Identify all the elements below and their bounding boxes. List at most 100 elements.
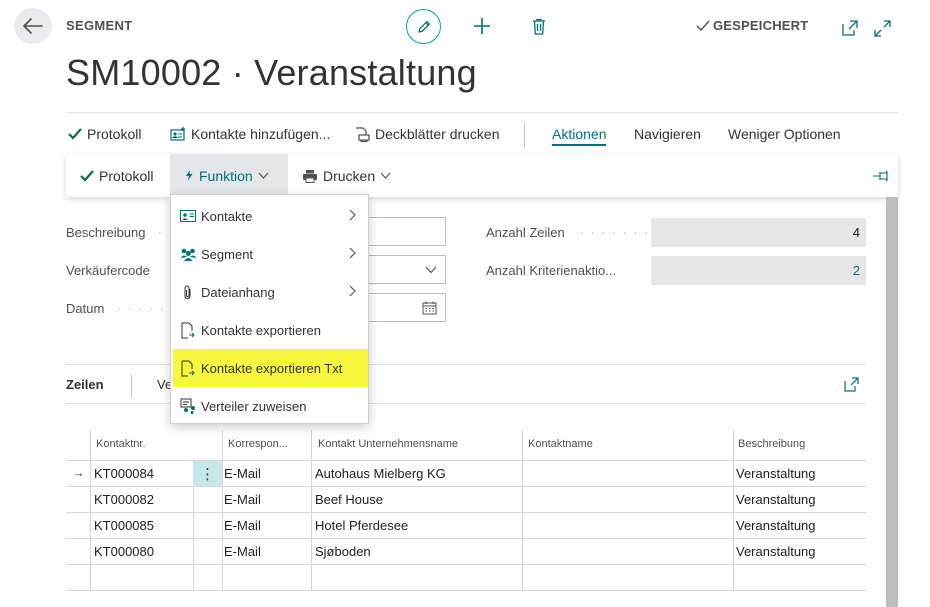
chevron-down-icon [258,172,269,179]
korrespondenz-cell[interactable]: E-Mail [224,544,261,559]
grid-line [522,430,523,590]
deckblaetter-drucken-action[interactable]: Deckblätter drucken [354,126,500,142]
kontakte-hinzufuegen-label: Kontakte hinzufügen... [191,126,331,142]
pin-button[interactable] [872,154,890,197]
contact-card-icon [180,210,196,222]
edit-button[interactable] [406,9,441,44]
grid-line [66,512,866,513]
menu-item-dateianhang[interactable]: Dateianhang [173,273,368,311]
chevron-down-icon [380,172,391,179]
beschreibung-cell[interactable]: Veranstaltung [736,544,816,559]
funktion-dropdown-menu: Kontakte Segment Dateianhang Kontakte ex… [170,194,369,424]
arrow-left-icon [23,18,43,34]
kontaktnr-cell[interactable]: KT000085 [94,518,154,533]
column-header[interactable]: Korrespon... [228,438,288,450]
menu-item-label: Segment [201,246,254,262]
add-contact-icon [170,127,185,141]
field-dots: · [158,227,164,239]
beschreibung-cell[interactable]: Veranstaltung [736,466,816,481]
people-group-icon [180,248,196,261]
row-actions-button[interactable]: ⋮ [193,461,222,486]
lines-title: Zeilen [66,377,104,392]
trash-icon [533,18,545,35]
drucken-menu-button[interactable]: Drucken [302,154,391,197]
anzahl-kriterien-value[interactable]: 2 [651,256,866,285]
weniger-optionen-button[interactable]: Weniger Optionen [728,126,841,142]
datum-input[interactable] [366,293,446,322]
korrespondenz-cell[interactable]: E-Mail [224,466,261,481]
grid-line [66,486,866,487]
kontaktnr-cell[interactable]: KT000080 [94,544,154,559]
aktionen-label: Aktionen [552,126,607,142]
grid-line [733,430,734,590]
saved-status: GESPEICHERT [696,18,808,33]
funktion-menu-button[interactable]: Funktion [170,154,288,197]
menu-item-label: Kontakte [201,208,253,224]
protokoll-action[interactable]: Protokoll [68,126,141,142]
weniger-optionen-label: Weniger Optionen [728,126,841,142]
pencil-icon [417,20,430,33]
unternehmensname-cell[interactable]: Autohaus Mielberg KG [315,466,446,481]
field-dots: · · · · · [117,303,166,315]
grid-line [90,430,91,590]
unternehmensname-cell[interactable]: Hotel Pferdesee [315,518,408,533]
protokoll-subaction[interactable]: Protokoll [68,154,153,197]
kontaktnr-cell[interactable]: KT000084 [94,466,154,481]
menu-item-kontakte[interactable]: Kontakte [173,197,368,235]
grid-line [66,590,866,591]
breadcrumb: SEGMENT [66,18,133,33]
lines-separator [131,374,132,398]
unternehmensname-cell[interactable]: Sjøboden [315,544,371,559]
beschreibung-label: Beschreibung [66,225,146,240]
grid-line [66,538,866,539]
column-header[interactable]: Kontaktname [528,438,593,450]
grid-line [311,430,312,590]
tab-navigieren[interactable]: Navigieren [634,126,701,142]
menu-item-label: Kontakte exportieren Txt [201,360,343,376]
menu-item-kontakte-exportieren[interactable]: Kontakte exportieren [173,311,368,349]
drucken-label: Drucken [323,167,376,184]
menu-item-segment[interactable]: Segment [173,235,368,273]
beschreibung-cell[interactable]: Veranstaltung [736,518,816,533]
anzahl-zeilen-value: 4 [651,218,866,247]
funktion-label: Funktion [199,167,253,184]
navigieren-label: Navigieren [634,126,701,142]
lines-expand-button[interactable] [843,376,859,392]
expand-icon [873,19,891,37]
open-new-window-button[interactable] [841,19,859,37]
page-title: SM10002 · Veranstaltung [66,52,477,93]
korrespondenz-cell[interactable]: E-Mail [224,492,261,507]
column-header[interactable]: Kontaktnr. [96,438,146,450]
current-row-arrow: → [72,465,85,480]
document-export-icon [181,360,195,376]
new-button[interactable] [472,16,492,36]
verkaeufercode-select[interactable] [366,255,446,284]
open-new-window-icon [843,376,859,392]
saved-label: GESPEICHERT [713,18,809,33]
grid-line [222,430,223,590]
checkmark-icon [68,128,82,140]
action-bar: Protokoll Kontakte hinzufügen... Deckblä… [66,112,898,156]
delete-button[interactable] [530,16,548,36]
kontakte-hinzufuegen-action[interactable]: Kontakte hinzufügen... [170,126,330,142]
menu-item-verteiler-zuweisen[interactable]: Verteiler zuweisen [173,387,368,425]
beschreibung-cell[interactable]: Veranstaltung [736,492,816,507]
anzahl-zeilen-label: Anzahl Zeilen [486,225,565,240]
unternehmensname-cell[interactable]: Beef House [315,492,383,507]
kontaktnr-cell[interactable]: KT000082 [94,492,154,507]
expand-button[interactable] [872,18,892,38]
printer-icon [303,169,317,183]
menu-item-kontakte-exportieren-txt[interactable]: Kontakte exportieren Txt [173,349,368,387]
korrespondenz-cell[interactable]: E-Mail [224,518,261,533]
column-header[interactable]: Kontakt Unternehmensname [318,438,458,450]
document-export-icon [181,322,195,338]
menu-item-label: Verteiler zuweisen [201,398,307,414]
grid-line [66,564,866,565]
chevron-down-icon [425,266,437,274]
beschreibung-input[interactable] [366,217,446,246]
menu-item-label: Kontakte exportieren [201,322,321,338]
back-button[interactable] [14,8,52,44]
tab-aktionen[interactable]: Aktionen [552,126,607,146]
column-header[interactable]: Beschreibung [738,438,805,450]
scrollbar[interactable] [886,197,898,607]
